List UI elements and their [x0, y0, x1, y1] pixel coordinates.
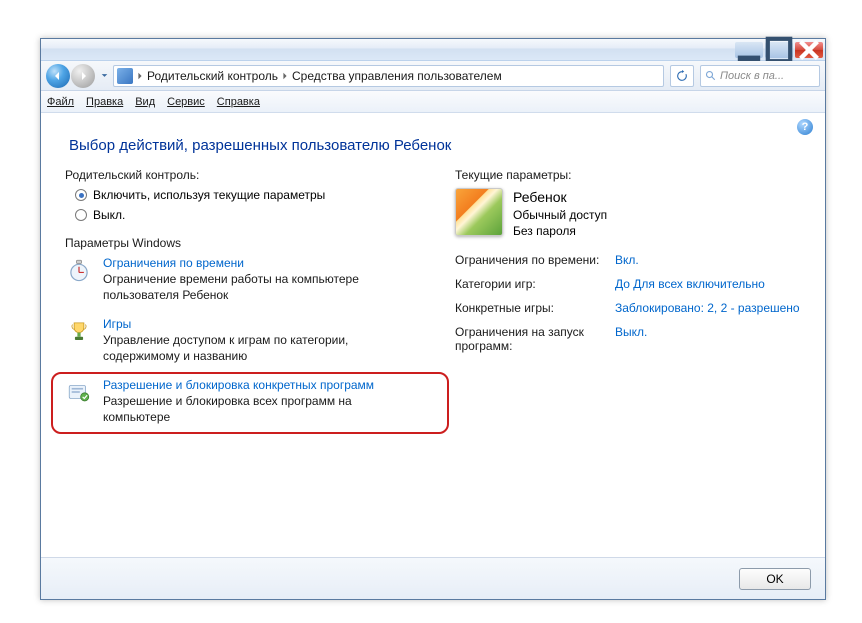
param-gamecat-value[interactable]: До Для всех включительно [615, 277, 801, 291]
param-time-value[interactable]: Вкл. [615, 253, 801, 267]
radio-enable[interactable]: Включить, используя текущие параметры [75, 188, 445, 202]
content-area: ? Выбор действий, разрешенных пользовате… [41, 113, 825, 557]
search-placeholder: Поиск в па... [720, 70, 784, 82]
param-programs-label: Ограничения на запуск программ: [455, 325, 605, 353]
nav-forward-button[interactable] [71, 64, 95, 88]
param-programs-value[interactable]: Выкл. [615, 325, 801, 353]
desc-allow-block-programs: Разрешение и блокировка всех программ на… [103, 394, 403, 425]
link-allow-block-programs[interactable]: Разрешение и блокировка конкретных прогр… [103, 378, 403, 392]
section-parental-control: Родительский контроль: [65, 168, 445, 182]
param-gamecat-label: Категории игр: [455, 277, 605, 291]
nav-history-dropdown[interactable] [99, 67, 109, 85]
search-icon [705, 70, 717, 82]
stopwatch-icon [65, 256, 93, 284]
radio-disable[interactable]: Выкл. [75, 208, 445, 222]
control-panel-icon [117, 68, 133, 84]
close-button[interactable] [795, 42, 823, 58]
address-bar[interactable]: Родительский контроль Средства управлени… [113, 65, 664, 87]
breadcrumb-parental[interactable]: Родительский контроль [145, 69, 280, 83]
footer: OK [41, 557, 825, 599]
section-windows-params: Параметры Windows [65, 236, 445, 250]
nav-back-button[interactable] [46, 64, 70, 88]
programs-icon [65, 378, 93, 406]
minimize-button[interactable] [735, 42, 763, 58]
menu-tools[interactable]: Сервис [167, 96, 205, 108]
menu-edit[interactable]: Правка [86, 96, 123, 108]
user-avatar [455, 188, 503, 236]
window: Родительский контроль Средства управлени… [40, 38, 826, 600]
help-icon[interactable]: ? [797, 119, 813, 135]
param-games-label: Конкретные игры: [455, 301, 605, 315]
page-title: Выбор действий, разрешенных пользователю… [69, 137, 801, 154]
trophy-icon [65, 317, 93, 345]
refresh-button[interactable] [670, 65, 694, 87]
titlebar [41, 39, 825, 61]
breadcrumb-usercontrols[interactable]: Средства управления пользователем [290, 69, 504, 83]
user-password-status: Без пароля [513, 223, 607, 239]
param-games-value[interactable]: Заблокировано: 2, 2 - разрешено [615, 301, 801, 315]
desc-time-limits: Ограничение времени работы на компьютере… [103, 272, 403, 303]
param-time-label: Ограничения по времени: [455, 253, 605, 267]
navbar: Родительский контроль Средства управлени… [41, 61, 825, 91]
ok-button[interactable]: OK [739, 568, 811, 590]
link-games[interactable]: Игры [103, 317, 403, 331]
menu-view[interactable]: Вид [135, 96, 155, 108]
menu-help[interactable]: Справка [217, 96, 260, 108]
section-current-params: Текущие параметры: [455, 168, 801, 182]
desc-games: Управление доступом к играм по категории… [103, 333, 403, 364]
search-input[interactable]: Поиск в па... [700, 65, 820, 87]
menu-file[interactable]: Файл [47, 96, 74, 108]
link-time-limits[interactable]: Ограничения по времени [103, 256, 403, 270]
maximize-button[interactable] [765, 42, 793, 58]
user-name: Ребенок [513, 188, 607, 207]
user-role: Обычный доступ [513, 207, 607, 223]
menubar: Файл Правка Вид Сервис Справка [41, 91, 825, 113]
